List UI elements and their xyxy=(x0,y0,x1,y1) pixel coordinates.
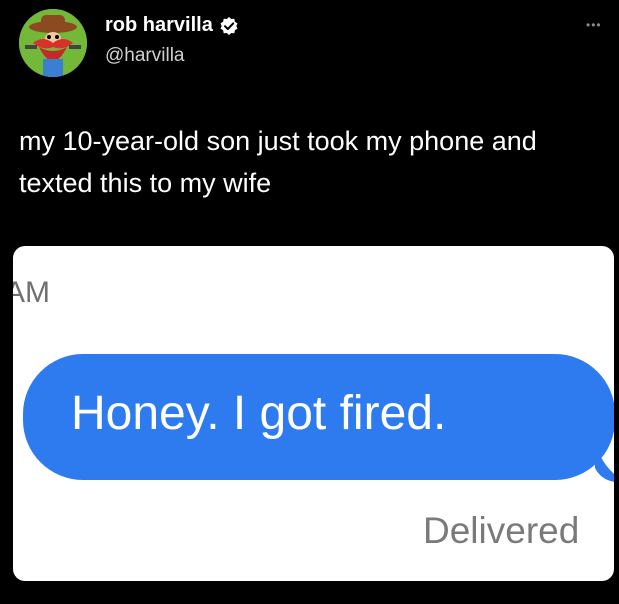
tweet-media-image[interactable]: AM Honey. I got fired. Delivered xyxy=(13,246,614,581)
message-text: Honey. I got fired. xyxy=(71,387,447,440)
delivery-status: Delivered xyxy=(423,510,580,551)
author-display-name[interactable]: rob harvilla xyxy=(105,14,213,37)
message-timestamp: AM xyxy=(13,276,50,309)
verified-badge-icon xyxy=(219,16,239,36)
tweet-text: my 10-year-old son just took my phone an… xyxy=(19,126,537,198)
author-name-row[interactable]: rob harvilla xyxy=(105,14,239,37)
yosemite-sam-avatar-icon xyxy=(19,9,87,77)
avatar[interactable] xyxy=(19,9,87,77)
bubble-tail-icon xyxy=(595,438,614,482)
author-handle[interactable]: @harvilla xyxy=(105,45,184,67)
more-horizontal-icon[interactable]: ••• xyxy=(586,18,602,32)
